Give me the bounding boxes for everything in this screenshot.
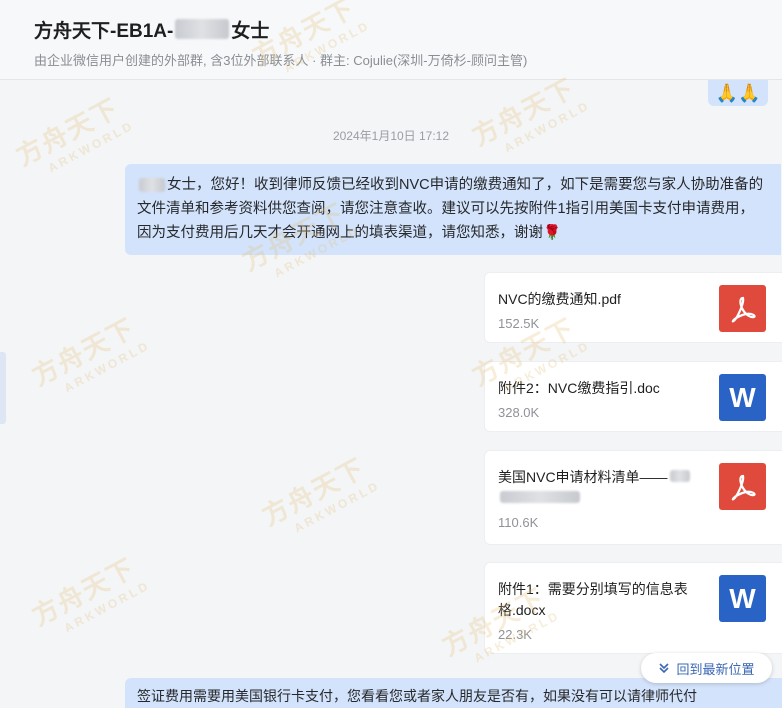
- file-size: 110.6K: [498, 515, 539, 530]
- left-panel-edge[interactable]: [0, 352, 6, 424]
- file-card-nvc-materials-list[interactable]: 美国NVC申请材料清单—— 110.6K: [484, 450, 782, 545]
- chat-title-prefix: 方舟天下-EB1A-: [34, 20, 174, 42]
- file-card-nvc-payment-notice[interactable]: NVC的缴费通知.pdf 152.5K: [484, 272, 782, 343]
- file-name: 附件1：需要分别填写的信息表格.docx: [498, 581, 688, 618]
- message-text: 女士，您好！收到律师反馈已经收到NVC申请的缴费通知了，如下是需要您与家人协助准…: [137, 177, 764, 241]
- chat-header: 方舟天下-EB1A- 女士 由企业微信用户创建的外部群, 含3位外部联系人 · …: [0, 0, 782, 80]
- chat-title[interactable]: 方舟天下-EB1A- 女士: [34, 14, 782, 44]
- jump-label: 回到最新位置: [676, 661, 755, 677]
- pdf-icon: [719, 285, 766, 332]
- chat-title-suffix: 女士: [231, 20, 270, 42]
- previous-message-bubble[interactable]: 🙏🙏: [708, 80, 768, 106]
- watermark-logo: 方舟天下 ARKWORLD: [27, 552, 153, 636]
- redacted-surname: [139, 178, 165, 193]
- message-text: 签证费用需要用美国银行卡支付，您看看您或者家人朋友是否有，如果没有可以请律师代付: [137, 688, 697, 704]
- redacted-filename: [500, 491, 580, 503]
- message-bubble[interactable]: 女士，您好！收到律师反馈已经收到NVC申请的缴费通知了，如下是需要您与家人协助准…: [125, 164, 781, 255]
- file-name: 美国NVC申请材料清单——: [498, 467, 706, 509]
- pdf-icon: [719, 463, 766, 510]
- file-card-nvc-fee-guide[interactable]: 附件2：NVC缴费指引.doc 328.0K W: [484, 361, 782, 432]
- file-name-text: 美国NVC申请材料清单——: [498, 469, 668, 485]
- pray-emoji: 🙏🙏: [715, 82, 761, 103]
- message-timestamp: 2024年1月10日 17:12: [332, 129, 450, 143]
- file-name: 附件2：NVC缴费指引.doc: [498, 380, 660, 396]
- watermark-logo: 方舟天下 ARKWORLD: [467, 72, 593, 156]
- chat-subtitle: 由企业微信用户创建的外部群, 含3位外部联系人 · 群主: Cojulie(深圳…: [34, 53, 528, 68]
- watermark-logo: 方舟天下 ARKWORLD: [27, 312, 153, 396]
- watermark-logo: 方舟天下 ARKWORLD: [257, 452, 383, 536]
- double-chevron-down-icon: [659, 663, 670, 674]
- file-size: 22.3K: [498, 627, 532, 642]
- redacted-name: [175, 19, 230, 39]
- file-card-info-form[interactable]: 附件1：需要分别填写的信息表格.docx 22.3K W: [484, 562, 782, 654]
- redacted-filename: [669, 470, 690, 482]
- word-icon: W: [719, 575, 766, 622]
- file-name: NVC的缴费通知.pdf: [498, 291, 621, 307]
- word-icon: W: [719, 374, 766, 421]
- jump-to-latest-button[interactable]: 回到最新位置: [641, 653, 772, 683]
